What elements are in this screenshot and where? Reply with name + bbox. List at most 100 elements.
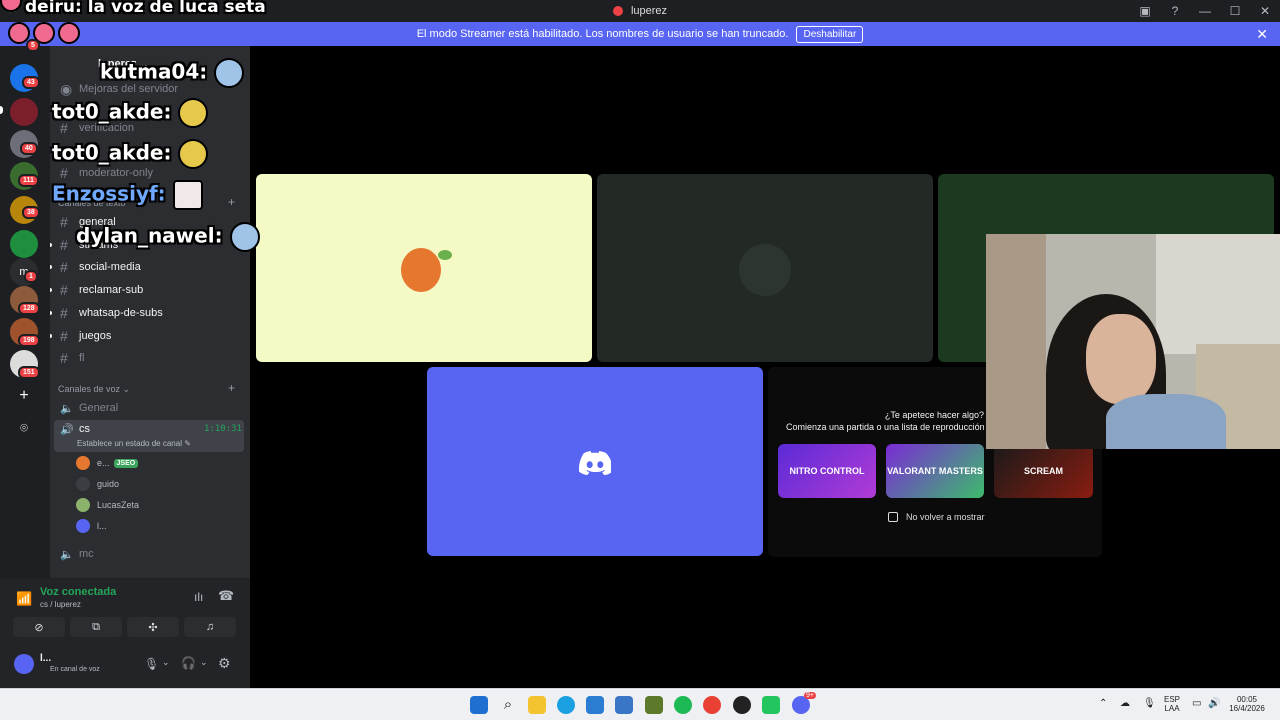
avatar [76, 519, 90, 533]
banner-close-icon[interactable]: ✕ [1256, 26, 1268, 43]
overlay-top-text: deiru: la voz de luca seta [0, 0, 266, 17]
share-screen-button[interactable]: ⧉ [70, 617, 122, 637]
unread-pill [0, 106, 3, 114]
server-icon[interactable] [10, 230, 38, 258]
minecraft-icon[interactable] [645, 696, 663, 714]
edge-browser-icon[interactable] [557, 696, 575, 714]
voice-user[interactable]: e... JSEO [76, 453, 139, 473]
cloud-icon[interactable]: ☁ [1120, 698, 1130, 709]
file-explorer-icon[interactable] [528, 696, 546, 714]
spotify-icon[interactable] [674, 696, 692, 714]
close-button[interactable]: ✕ [1250, 4, 1280, 18]
mention-badge: 40 [20, 142, 38, 155]
overlay-top-label: deiru: la voz de luca seta [25, 0, 266, 17]
server-icon[interactable] [10, 98, 38, 126]
app-icon[interactable] [762, 696, 780, 714]
activity-card[interactable]: NITRO CONTROL [778, 444, 876, 498]
search-icon[interactable]: ⌕ [499, 696, 517, 714]
chrome-icon[interactable] [703, 696, 721, 714]
hash-icon: # [60, 350, 68, 366]
help-icon[interactable]: ? [1160, 4, 1190, 18]
voice-location[interactable]: cs / luperez [40, 600, 81, 609]
store-icon[interactable] [586, 696, 604, 714]
chat-username: tot0_akde: [52, 99, 172, 124]
activities-button[interactable]: ✣ [127, 617, 179, 637]
activity-card[interactable]: SCREAM [994, 444, 1093, 498]
participant-tile[interactable] [427, 367, 763, 556]
channel-status-label: Establece un estado de canal [77, 439, 182, 448]
channel-reclamar-sub[interactable]: # reclamar-sub [50, 279, 242, 301]
activities-icon: ✣ [148, 621, 158, 634]
mention-badge: 5 [26, 39, 40, 52]
activity-card[interactable]: VALORANT MASTERS [886, 444, 984, 498]
microphone-tray-icon[interactable]: 🎙 [1143, 698, 1156, 709]
channel-status-prompt[interactable]: Establece un estado de canal ✎ [77, 439, 191, 448]
mention-badge: 1 [24, 270, 38, 283]
activity-card-label: VALORANT MASTERS [887, 466, 983, 476]
window-title: luperez [630, 5, 668, 17]
voice-channel-general[interactable]: 🔈 General [58, 397, 242, 419]
screen-share-icon: ⧉ [92, 620, 100, 633]
hash-icon: # [60, 282, 68, 298]
voice-category[interactable]: Canales de voz ⌄ + [58, 381, 235, 395]
mention-badge: 111 [18, 174, 39, 187]
user-tag-badge: JSEO [113, 458, 139, 468]
avatar [401, 248, 441, 292]
user-avatar[interactable] [14, 654, 34, 674]
channel-whatsap-de-subs[interactable]: # whatsap-de-subs [50, 302, 242, 324]
chevron-up-icon[interactable]: ⌃ [1099, 698, 1107, 709]
chat-line: Enzossiyf: [52, 180, 203, 210]
voice-status[interactable]: Voz conectada [40, 586, 116, 598]
inbox-icon[interactable]: ▣ [1130, 4, 1160, 18]
network-icon[interactable]: ▭ [1192, 698, 1201, 709]
add-server-icon[interactable]: + [10, 382, 38, 410]
mention-badge: 38 [22, 206, 40, 219]
voice-user[interactable]: l... [76, 516, 107, 536]
boost-icon: ◉ [60, 80, 73, 97]
channel-fl[interactable]: # fl [58, 347, 242, 369]
unread-dot [50, 334, 52, 338]
channel-label: whatsap-de-subs [79, 307, 163, 319]
voice-user[interactable]: LucasZeta [76, 495, 139, 515]
chat-line: dylan_nawel: [76, 222, 260, 252]
noise-suppression-icon[interactable]: ılı [194, 590, 203, 604]
mail-icon[interactable] [615, 696, 633, 714]
activity-title: ¿Te apetece hacer algo? [884, 410, 984, 420]
voice-channel-cs-header[interactable]: 🔊 cs 1:10:31 [58, 420, 242, 438]
add-voice-channel-icon[interactable]: + [228, 381, 235, 395]
emote-icon [178, 98, 209, 128]
voice-timer: 1:10:31 [204, 424, 242, 434]
dont-show-checkbox[interactable] [888, 512, 898, 522]
windows-start-icon[interactable] [470, 696, 488, 714]
voice-user-name: guido [97, 479, 120, 489]
disconnect-icon[interactable]: ☎ [218, 588, 234, 604]
language-indicator[interactable]: ESP LAA [1162, 695, 1182, 713]
obs-icon[interactable] [733, 696, 751, 714]
voice-user[interactable]: guido [76, 474, 119, 494]
soundboard-button[interactable]: ♫ [184, 617, 236, 637]
headphones-icon[interactable]: 🎧 [181, 656, 196, 670]
signal-icon: 📶 [16, 591, 33, 606]
voice-channel-mc[interactable]: 🔈 mc [58, 543, 242, 565]
volume-icon[interactable]: 🔊 [1208, 698, 1220, 709]
participant-tile[interactable] [256, 174, 592, 362]
maximize-button[interactable]: ☐ [1220, 4, 1250, 18]
webcam-overlay [986, 234, 1280, 449]
participant-tile[interactable] [597, 174, 933, 362]
channel-social-media[interactable]: # social-media [50, 256, 242, 278]
microphone-icon[interactable]: 🎙 [144, 657, 159, 671]
channel-juegos[interactable]: # juegos [50, 325, 242, 347]
clock[interactable]: 00:05 16/4/2026 [1224, 695, 1270, 713]
dont-show-label: No volver a mostrar [906, 512, 985, 522]
chevron-down-icon[interactable]: ⌄ [162, 657, 170, 668]
disable-streamer-button[interactable]: Deshabilitar [796, 25, 864, 43]
chat-username: tot0_akde: [52, 140, 172, 165]
add-channel-icon[interactable]: + [228, 195, 235, 209]
user-status: En canal de voz [50, 666, 100, 673]
minimize-button[interactable]: — [1190, 4, 1220, 18]
discord-notification-badge: 9+ [804, 692, 816, 699]
settings-gear-icon[interactable]: ⚙ [218, 655, 231, 672]
chevron-down-icon[interactable]: ⌄ [200, 657, 208, 668]
camera-button[interactable]: ⊘ [13, 617, 65, 637]
explore-icon[interactable]: ⌾ [10, 414, 38, 442]
